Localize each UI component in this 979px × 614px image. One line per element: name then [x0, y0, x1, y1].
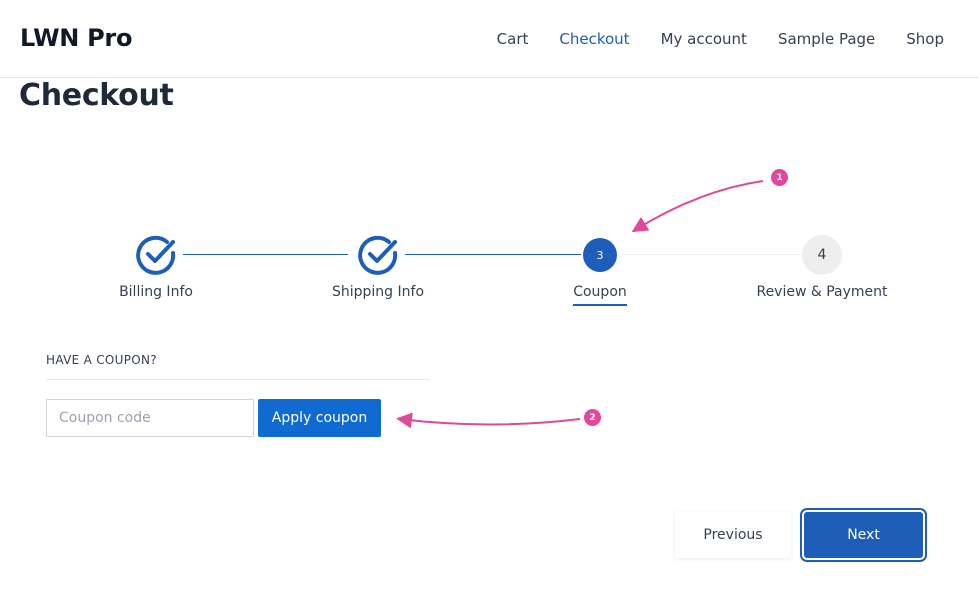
nav-checkout[interactable]: Checkout	[559, 30, 629, 48]
annotation-badge-2: 2	[584, 409, 601, 426]
check-circle-icon	[353, 230, 403, 280]
nav-sample-page[interactable]: Sample Page	[778, 30, 875, 48]
nav-my-account[interactable]: My account	[661, 30, 747, 48]
step-billing-info[interactable]: Billing Info	[56, 230, 256, 300]
checkout-stepper: Billing Info Shipping Info 3 Coupon 4 Re…	[0, 230, 979, 320]
step-label: Coupon	[573, 284, 627, 306]
apply-coupon-button[interactable]: Apply coupon	[258, 399, 381, 437]
coupon-code-input[interactable]	[46, 399, 254, 437]
main-nav: Cart Checkout My account Sample Page Sho…	[466, 30, 944, 48]
nav-cart[interactable]: Cart	[497, 30, 529, 48]
previous-button[interactable]: Previous	[675, 512, 791, 558]
step-number-badge: 3	[583, 238, 617, 272]
site-header: LWN Pro Cart Checkout My account Sample …	[0, 0, 979, 78]
nav-shop[interactable]: Shop	[906, 30, 944, 48]
next-button[interactable]: Next	[800, 508, 927, 562]
page-title: Checkout	[19, 78, 174, 113]
step-coupon[interactable]: 3 Coupon	[500, 230, 700, 306]
annotation-arrow-1	[631, 180, 764, 233]
step-shipping-info[interactable]: Shipping Info	[278, 230, 478, 300]
annotation-arrow-2	[396, 412, 581, 429]
step-label: Shipping Info	[331, 284, 425, 300]
step-review-payment[interactable]: 4 Review & Payment	[722, 230, 922, 300]
step-number-badge: 4	[802, 235, 842, 275]
coupon-divider	[46, 379, 430, 380]
site-title[interactable]: LWN Pro	[20, 24, 132, 52]
step-label: Review & Payment	[756, 284, 888, 300]
step-label: Billing Info	[119, 284, 193, 300]
annotation-badge-1: 1	[771, 169, 788, 186]
coupon-heading: HAVE A COUPON?	[46, 353, 157, 367]
check-circle-icon	[131, 230, 181, 280]
